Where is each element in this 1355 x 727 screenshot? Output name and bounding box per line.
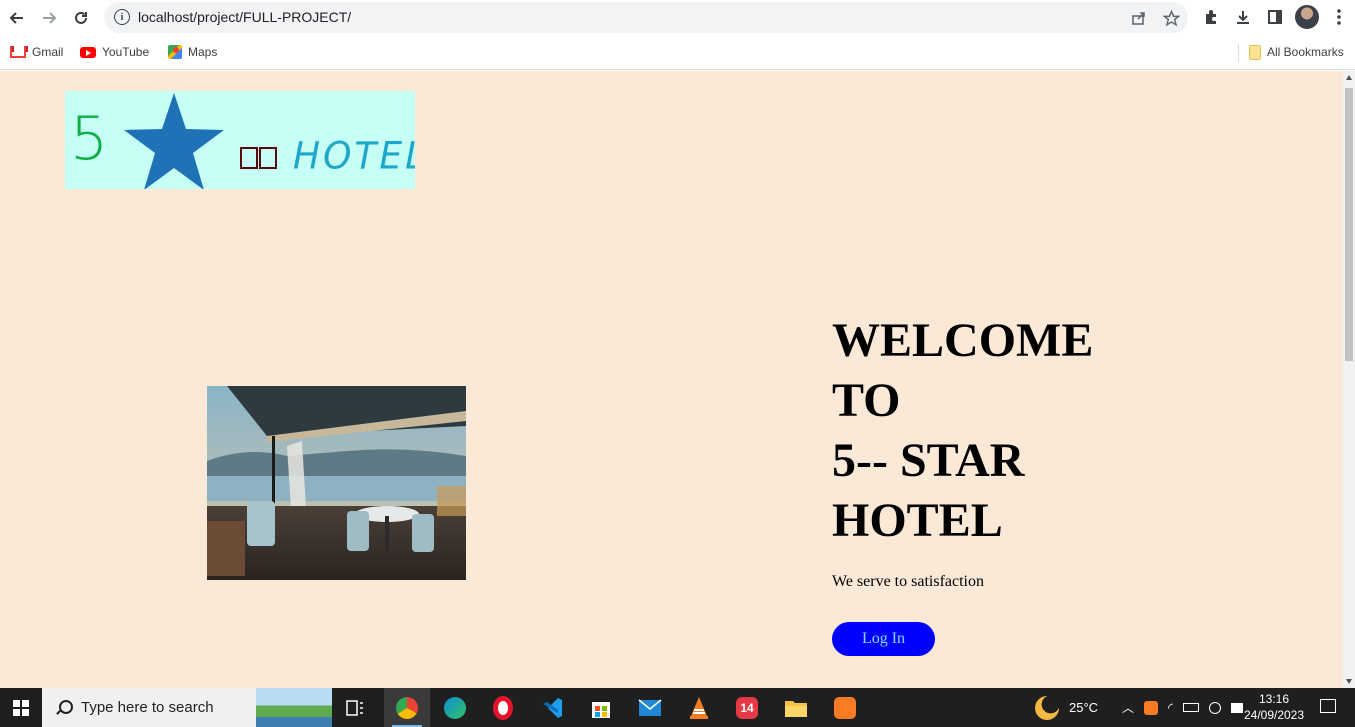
extensions-puzzle-icon[interactable] — [1199, 5, 1223, 29]
download-icon[interactable] — [1231, 5, 1255, 29]
edge-icon[interactable] — [432, 688, 478, 727]
browser-toolbar: i localhost/project/FULL-PROJECT/ — [0, 0, 1355, 36]
mail-icon[interactable] — [627, 688, 673, 727]
share-icon[interactable] — [1128, 7, 1150, 29]
moon-cloud-icon — [1035, 695, 1059, 720]
page-scrollbar[interactable] — [1343, 71, 1355, 688]
tagline: We serve to satisfaction — [832, 573, 984, 590]
youtube-icon — [80, 46, 96, 58]
chevron-up-icon[interactable]: ︿ — [1122, 699, 1134, 716]
side-panel-icon[interactable] — [1263, 5, 1287, 29]
start-button[interactable] — [0, 688, 42, 727]
system-tray: ︿ ◜ — [1122, 688, 1244, 727]
folder-icon — [1249, 44, 1261, 60]
clock-date: 24/09/2023 — [1243, 708, 1305, 722]
taskbar-search-box[interactable]: Type here to search — [42, 688, 332, 727]
all-bookmarks-label: All Bookmarks — [1267, 45, 1344, 59]
all-bookmarks-button[interactable]: All Bookmarks — [1249, 44, 1344, 60]
bookmark-gmail[interactable]: Gmail — [10, 44, 63, 60]
address-url[interactable]: localhost/project/FULL-PROJECT/ — [138, 9, 351, 25]
reload-icon[interactable] — [68, 5, 94, 31]
clock-time: 13:16 — [1258, 692, 1290, 706]
meet-now-icon[interactable] — [1209, 701, 1222, 714]
profile-avatar[interactable] — [1295, 5, 1319, 29]
site-info-icon[interactable]: i — [114, 9, 130, 25]
microsoft-store-icon[interactable] — [578, 688, 624, 727]
logo-placeholder-glyphs — [240, 147, 277, 169]
windows-taskbar: Type here to search 14 25°C ︿ ◜ 13:16 24… — [0, 688, 1355, 727]
wifi-icon[interactable]: ◜ — [1168, 700, 1173, 716]
scroll-up-arrow-icon[interactable] — [1346, 75, 1352, 80]
bookmark-star-icon[interactable] — [1160, 7, 1182, 29]
maps-icon — [168, 45, 182, 59]
opera-icon[interactable] — [480, 688, 526, 727]
hotel-logo: 5 HOTEL — [65, 91, 415, 189]
kebab-menu-icon[interactable] — [1327, 5, 1351, 29]
bookmarks-bar: Gmail YouTube Maps All Bookmarks — [0, 36, 1355, 70]
file-explorer-icon[interactable] — [773, 688, 819, 727]
scroll-down-arrow-icon[interactable] — [1346, 679, 1352, 684]
chrome-icon[interactable] — [384, 688, 430, 727]
bookmark-label: Maps — [188, 45, 218, 59]
bookmarks-divider — [1238, 44, 1239, 62]
xampp-tray-icon[interactable] — [1144, 700, 1159, 715]
vlc-icon[interactable] — [676, 688, 722, 727]
weather-temperature: 25°C — [1069, 700, 1099, 715]
notification-center-icon[interactable] — [1320, 699, 1336, 713]
bookmark-label: YouTube — [102, 45, 150, 59]
star-icon — [124, 93, 224, 189]
weather-widget[interactable]: 25°C — [1035, 688, 1098, 727]
search-placeholder: Type here to search — [81, 699, 214, 716]
logo-number: 5 — [70, 104, 109, 174]
xampp-icon[interactable] — [822, 688, 868, 727]
search-highlight-image — [256, 688, 332, 727]
task-view-icon[interactable] — [332, 688, 378, 727]
taskbar-clock[interactable]: 13:16 24/09/2023 — [1240, 691, 1308, 723]
back-arrow-icon[interactable] — [4, 5, 30, 31]
logo-word: HOTEL — [293, 134, 415, 178]
bookmark-maps[interactable]: Maps — [168, 44, 217, 60]
windows-logo-icon — [13, 699, 29, 716]
welcome-heading: WELCOME TO 5-- STAR HOTEL — [832, 314, 1094, 547]
forward-arrow-icon[interactable] — [36, 5, 62, 31]
app-14-icon[interactable]: 14 — [724, 688, 770, 727]
page-viewport: 5 HOTEL WELCOME TO 5-- STAR HOTEL We ser… — [0, 71, 1343, 688]
vscode-icon[interactable] — [530, 688, 576, 727]
bookmark-label: Gmail — [32, 45, 64, 59]
search-icon — [55, 699, 73, 716]
bookmark-youtube[interactable]: YouTube — [80, 44, 149, 60]
gmail-icon — [10, 46, 28, 58]
address-bar[interactable]: i localhost/project/FULL-PROJECT/ — [104, 2, 1188, 33]
battery-icon[interactable] — [1183, 703, 1200, 712]
restaurant-terrace-photo — [207, 386, 466, 580]
login-button[interactable]: Log In — [832, 622, 935, 656]
scroll-thumb[interactable] — [1345, 88, 1353, 361]
